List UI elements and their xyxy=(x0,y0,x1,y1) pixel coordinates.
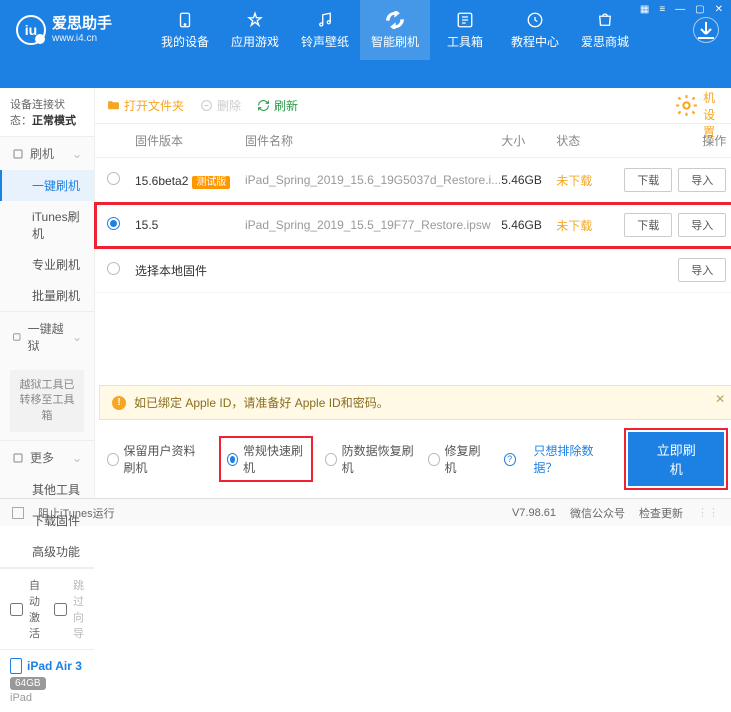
window-controls: ▦ ≡ — ▢ ✕ xyxy=(640,4,723,15)
menu-icon[interactable]: ≡ xyxy=(659,4,665,15)
close-button[interactable]: ✕ xyxy=(715,4,723,15)
warning-icon: ! xyxy=(112,396,126,410)
import-btn-1[interactable]: 导入 xyxy=(678,213,726,237)
nav-shop[interactable]: 爱思商城 xyxy=(570,0,640,60)
device-storage-badge: 64GB xyxy=(10,677,46,690)
mode-option-0[interactable]: 保留用户资料刷机 xyxy=(107,442,207,476)
exclude-data-link[interactable]: 只想排除数据？ xyxy=(534,442,609,476)
flash-now-button[interactable]: 立即刷机 xyxy=(628,432,724,486)
maximize-button[interactable]: ▢ xyxy=(695,4,704,15)
auto-activate-checkbox[interactable] xyxy=(10,603,23,616)
check-update-button[interactable]: 检查更新 xyxy=(639,505,683,521)
download-btn-1[interactable]: 下载 xyxy=(624,213,672,237)
skip-guide-checkbox[interactable] xyxy=(54,603,67,616)
side-item-0-2[interactable]: 专业刷机 xyxy=(0,249,94,280)
local-firmware-row[interactable]: 选择本地固件 导入 xyxy=(95,248,731,293)
block-itunes-label: 阻止iTunes运行 xyxy=(38,505,115,521)
side-item-0-1[interactable]: iTunes刷机 xyxy=(0,201,94,249)
device-model: iPad xyxy=(10,692,84,704)
logo-icon: iu xyxy=(16,15,46,45)
info-icon[interactable]: ? xyxy=(504,453,516,466)
mode-option-1[interactable]: 常规快速刷机 xyxy=(221,438,312,480)
nav-device[interactable]: 我的设备 xyxy=(150,0,220,60)
status-bar: 阻止iTunes运行 V7.98.61 微信公众号 检查更新 ⋮⋮ xyxy=(0,498,731,526)
nav-flash[interactable]: 智能刷机 xyxy=(360,0,430,60)
download-indicator-button[interactable] xyxy=(693,17,719,43)
mode-option-3[interactable]: 修复刷机 xyxy=(428,442,486,476)
brand-title: 爱思助手 xyxy=(52,16,112,33)
grid-icon[interactable]: ▦ xyxy=(640,4,649,15)
nav-music[interactable]: 铃声壁纸 xyxy=(290,0,360,60)
side-item-0-0[interactable]: 一键刷机 xyxy=(0,170,94,201)
nav-edu[interactable]: 教程中心 xyxy=(500,0,570,60)
device-info[interactable]: iPad Air 3 64GB iPad xyxy=(0,649,94,712)
side-item-2-0[interactable]: 其他工具 xyxy=(0,474,94,505)
wechat-link[interactable]: 微信公众号 xyxy=(570,505,625,521)
nav-app[interactable]: 应用游戏 xyxy=(220,0,290,60)
side-item-2-2[interactable]: 高级功能 xyxy=(0,536,94,567)
apple-id-warning: ! 如已绑定 Apple ID，请准备好 Apple ID和密码。 ✕ xyxy=(99,385,731,420)
delete-button: 删除 xyxy=(200,97,241,114)
import-local-button[interactable]: 导入 xyxy=(678,258,726,282)
side-group-2[interactable]: 更多⌄ xyxy=(0,441,94,474)
firmware-table-header: 固件版本 固件名称 大小 状态 操作 xyxy=(95,124,731,158)
refresh-button[interactable]: 刷新 xyxy=(257,97,298,114)
brand-subtitle: www.i4.cn xyxy=(52,33,112,44)
version-label: V7.98.61 xyxy=(512,507,556,519)
firmware-row-1[interactable]: 15.5 iPad_Spring_2019_15.5_19F77_Restore… xyxy=(95,203,731,248)
flash-mode-bar: 保留用户资料刷机常规快速刷机防数据恢复刷机修复刷机 ? 只想排除数据？ 立即刷机 xyxy=(95,420,731,498)
import-btn-0[interactable]: 导入 xyxy=(678,168,726,192)
block-itunes-checkbox[interactable] xyxy=(12,507,24,519)
firmware-row-0[interactable]: 15.6beta2测试版 iPad_Spring_2019_15.6_19G50… xyxy=(95,158,731,203)
side-group-1[interactable]: 一键越狱⌄ xyxy=(0,312,94,362)
connection-status: 设备连接状态：正常模式 xyxy=(0,88,94,137)
close-warning-button[interactable]: ✕ xyxy=(715,392,725,406)
brand-logo: iu 爱思助手 www.i4.cn xyxy=(0,15,150,45)
sidebar-options: 自动激活 跳过向导 xyxy=(0,568,94,649)
side-item-0-3[interactable]: 批量刷机 xyxy=(0,280,94,311)
open-folder-button[interactable]: 打开文件夹 xyxy=(107,97,184,114)
device-name: iPad Air 3 xyxy=(10,658,84,674)
radio-local[interactable] xyxy=(107,262,120,275)
radio-1[interactable] xyxy=(107,217,120,230)
minimize-button[interactable]: — xyxy=(675,4,685,15)
nav-tools[interactable]: 工具箱 xyxy=(430,0,500,60)
download-btn-0[interactable]: 下载 xyxy=(624,168,672,192)
mode-option-2[interactable]: 防数据恢复刷机 xyxy=(325,442,414,476)
radio-0[interactable] xyxy=(107,172,120,185)
side-group-0[interactable]: 刷机⌄ xyxy=(0,137,94,170)
side-note: 越狱工具已转移至工具箱 xyxy=(10,370,84,432)
